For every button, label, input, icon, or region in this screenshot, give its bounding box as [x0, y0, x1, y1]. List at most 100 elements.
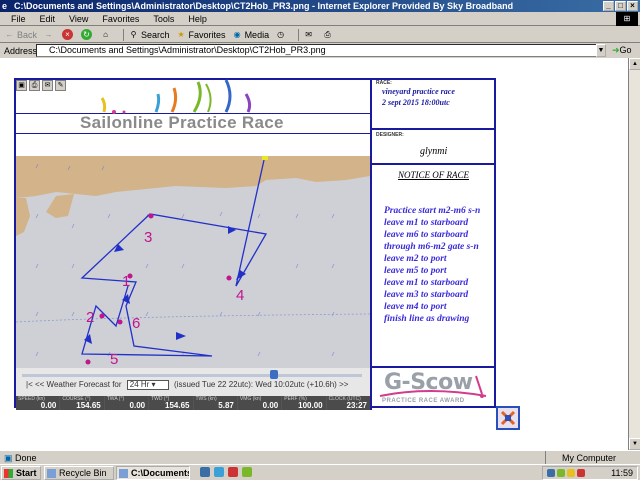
window-title: C:\Documents and Settings\Administrator\…: [14, 1, 514, 11]
notice-line: leave m3 to starboard: [384, 290, 469, 300]
readout-twa: TWA (°) 0.00: [104, 396, 149, 410]
notice-line: leave m2 to port: [384, 254, 447, 264]
maximize-button[interactable]: □: [615, 1, 626, 11]
readout-speed: SPEED (kn) 0.00: [16, 396, 60, 410]
address-bar: Address C:\Documents and Settings\Admini…: [0, 44, 640, 58]
forward-button[interactable]: →: [43, 29, 56, 40]
tray-alert-icon[interactable]: [577, 469, 585, 477]
readout-vmg: VMG (kn) 0.00: [237, 396, 282, 410]
readout-clock: CLOCK (UTC) 23:27: [326, 396, 370, 410]
readout-course: COURSE (°) 154.65: [60, 396, 104, 410]
status-zone: My Computer: [545, 451, 640, 465]
forecast-slider-knob[interactable]: [270, 370, 278, 379]
task-ie-window[interactable]: C:\Documents...: [116, 466, 190, 480]
windows-flag-icon: [4, 469, 13, 478]
tray-volume-icon[interactable]: [567, 469, 575, 477]
task-label: Recycle Bin: [59, 468, 107, 478]
status-text: Done: [15, 453, 37, 463]
gscow-title: G-Scow: [384, 370, 473, 395]
app-launch-icon[interactable]: [242, 467, 252, 477]
home-icon: ⌂: [103, 30, 108, 39]
readout-value: 5.87: [218, 401, 234, 410]
status-bar: ▣ Done My Computer: [0, 450, 640, 465]
refresh-button[interactable]: ↻: [81, 29, 94, 40]
minimize-button[interactable]: _: [603, 1, 614, 11]
race-name: vineyard practice race: [382, 87, 455, 96]
search-label: Search: [141, 29, 170, 40]
taskbar: Start Recycle Bin C:\Documents... 11:59: [0, 464, 640, 480]
race-map[interactable]: 1 2 3 4 5 6: [16, 156, 370, 368]
menu-help[interactable]: Help: [181, 12, 214, 25]
address-dropdown-icon[interactable]: ▼: [596, 44, 606, 57]
back-label: Back: [17, 29, 38, 40]
search-button[interactable]: ⚲ Search: [128, 29, 170, 40]
menu-view[interactable]: View: [62, 12, 95, 25]
print-icon: ⎙: [324, 30, 331, 39]
menu-favorites[interactable]: Favorites: [95, 12, 146, 25]
media-button[interactable]: ◉ Media: [232, 29, 270, 40]
standard-toolbar: ← Back → × ↻ ⌂ ⚲ Search ★ Favorites ◉ Media …: [0, 27, 640, 43]
stop-button[interactable]: ×: [62, 29, 75, 40]
address-input[interactable]: C:\Documents and Settings\Administrator\…: [36, 44, 606, 57]
scroll-up-icon[interactable]: ▲: [629, 58, 640, 70]
readout-value: 100.00: [298, 401, 323, 410]
ie-window: e C:\Documents and Settings\Administrato…: [0, 0, 640, 480]
menu-edit[interactable]: Edit: [33, 12, 63, 25]
show-desktop-icon[interactable]: [200, 467, 210, 477]
mark-label-2: 2: [86, 309, 94, 326]
sailonline-logo-sails: [100, 79, 252, 114]
forecast-prefix[interactable]: |< << Weather Forecast for: [26, 380, 122, 389]
task-recycle-bin[interactable]: Recycle Bin: [44, 466, 114, 480]
designer-divider: [372, 163, 496, 165]
notice-line: Practice start m2-m6 s-n: [384, 206, 481, 216]
refresh-widget-icon[interactable]: [496, 406, 520, 430]
history-button[interactable]: ◷: [275, 29, 288, 40]
readout-value: 0.00: [262, 401, 279, 410]
mail-button[interactable]: ✉: [303, 29, 316, 40]
go-button[interactable]: ➜Go: [610, 44, 638, 57]
forecast-row: |< << Weather Forecast for 24 Hr ▾ (issu…: [26, 380, 348, 390]
title-bar[interactable]: e C:\Documents and Settings\Administrato…: [0, 0, 640, 12]
tray-network-icon[interactable]: [547, 469, 555, 477]
race-banner-title: Sailonline Practice Race: [80, 113, 284, 132]
ie-launch-icon[interactable]: [214, 467, 224, 477]
ie-icon: e: [2, 1, 8, 11]
readout-perf: PERF (%) 100.00: [282, 396, 326, 410]
menu-tools[interactable]: Tools: [146, 12, 181, 25]
save-icon[interactable]: ▣: [16, 80, 27, 91]
mail-icon: ✉: [305, 30, 312, 39]
media-player-icon[interactable]: [228, 467, 238, 477]
forward-arrow-icon: →: [44, 30, 53, 39]
menu-bar: File Edit View Favorites Tools Help: [0, 12, 640, 26]
stop-icon: ×: [62, 29, 74, 40]
forecast-slider[interactable]: [22, 374, 362, 377]
notice-title: NOTICE OF RACE: [398, 170, 469, 180]
mail-icon[interactable]: ✉: [42, 80, 53, 91]
readout-value: 0.00: [129, 401, 146, 410]
designer-name: glynmi: [420, 146, 448, 157]
scroll-down-icon[interactable]: ▼: [629, 438, 640, 450]
favorites-icon: ★: [177, 30, 185, 39]
forecast-issued[interactable]: (issued Tue 22 22utc): Wed 10:02utc (+10…: [174, 380, 348, 389]
mark-label-4: 4: [236, 287, 244, 304]
edit-icon[interactable]: ✎: [55, 80, 66, 91]
menu-file[interactable]: File: [4, 12, 33, 25]
tray-clock[interactable]: 11:59: [611, 467, 633, 479]
gscow-award-logo: G-Scow PRACTICE RACE AWARD: [378, 368, 492, 408]
search-icon: ⚲: [130, 30, 137, 39]
windows-logo-icon: ⊞: [616, 12, 638, 26]
address-label: Address: [4, 46, 38, 56]
close-button[interactable]: ×: [627, 1, 638, 11]
start-label: Start: [16, 468, 37, 478]
home-button[interactable]: ⌂: [100, 29, 113, 40]
designer-label: DESIGNER:: [376, 132, 404, 138]
start-button[interactable]: Start: [1, 466, 41, 480]
print-button[interactable]: ⎙: [322, 29, 335, 40]
task-label: C:\Documents...: [131, 468, 189, 478]
tray-security-icon[interactable]: [557, 469, 565, 477]
forecast-select[interactable]: 24 Hr ▾: [126, 380, 169, 390]
back-button[interactable]: ← Back: [4, 29, 38, 40]
print-icon[interactable]: ⎙: [29, 80, 40, 91]
vertical-scrollbar[interactable]: ▲ ▼: [628, 58, 640, 450]
favorites-button[interactable]: ★ Favorites: [176, 29, 225, 40]
